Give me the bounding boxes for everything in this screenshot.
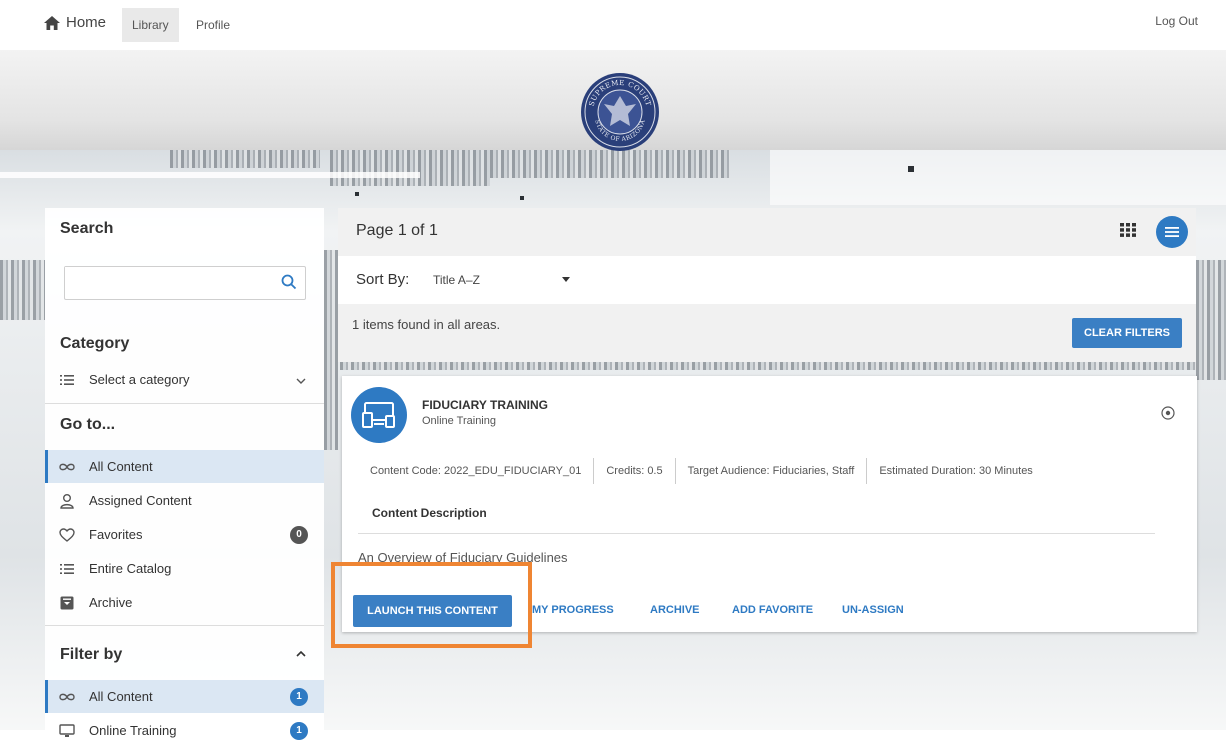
search-icon[interactable] xyxy=(281,274,297,290)
goto-item-label: Archive xyxy=(89,595,133,610)
archive-icon xyxy=(58,594,76,612)
home-icon xyxy=(44,15,60,30)
filter-count-badge: 1 xyxy=(290,721,308,740)
user-icon xyxy=(58,492,76,510)
nav-home-link[interactable]: Home xyxy=(44,14,106,31)
top-navigation: Home Library Profile Log Out xyxy=(0,0,1226,50)
highlight-annotation-box xyxy=(331,562,532,648)
list-view-icon[interactable] xyxy=(1156,216,1188,248)
logout-link[interactable]: Log Out xyxy=(1155,14,1198,28)
goto-heading: Go to... xyxy=(60,416,116,433)
grid-view-icon[interactable] xyxy=(1120,223,1136,242)
content-code: Content Code: 2022_EDU_FIDUCIARY_01 xyxy=(358,458,595,484)
sort-label: Sort By: xyxy=(356,271,410,288)
divider xyxy=(358,533,1155,534)
filter-item-all-content[interactable]: All Content 1 xyxy=(45,680,324,713)
chevron-up-icon[interactable] xyxy=(296,646,306,660)
filter-heading: Filter by xyxy=(60,646,123,663)
online-training-icon xyxy=(351,387,407,443)
sort-select[interactable]: Title A–Z xyxy=(433,273,480,287)
search-input[interactable] xyxy=(65,267,281,297)
goto-item-entire-catalog[interactable]: Entire Catalog xyxy=(45,552,324,585)
content-credits: Credits: 0.5 xyxy=(594,458,676,484)
pagination-header: Page 1 of 1 xyxy=(338,208,1196,256)
sidebar: Search Category Select a category Go to.… xyxy=(45,208,324,740)
goto-item-archive[interactable]: Archive xyxy=(45,586,324,619)
results-summary-row: 1 items found in all areas. CLEAR FILTER… xyxy=(338,304,1196,362)
filter-item-label: Online Training xyxy=(89,723,177,738)
caret-down-icon[interactable] xyxy=(562,277,570,282)
chevron-down-icon xyxy=(296,373,306,387)
monitor-icon xyxy=(58,722,76,740)
search-heading: Search xyxy=(60,220,114,237)
filter-item-label: All Content xyxy=(89,689,153,704)
content-title[interactable]: FIDUCIARY TRAINING xyxy=(422,398,548,412)
list-icon xyxy=(58,371,76,389)
content-type: Online Training xyxy=(422,415,496,427)
list-icon xyxy=(58,560,76,578)
goto-item-favorites[interactable]: Favorites 0 xyxy=(45,518,324,551)
sort-row: Sort By: Title A–Z xyxy=(338,256,1196,304)
un-assign-button[interactable]: UN-ASSIGN xyxy=(842,604,904,616)
archive-button[interactable]: ARCHIVE xyxy=(650,604,700,616)
nav-home-label: Home xyxy=(66,14,107,31)
content-meta-row: Content Code: 2022_EDU_FIDUCIARY_01 Cred… xyxy=(358,456,1045,486)
nav-tab-profile[interactable]: Profile xyxy=(186,8,240,42)
page-indicator: Page 1 of 1 xyxy=(356,222,438,239)
content-target-audience: Target Audience: Fiduciaries, Staff xyxy=(676,458,868,484)
category-select[interactable]: Select a category xyxy=(45,363,324,396)
content-description-heading: Content Description xyxy=(372,506,487,520)
clear-filters-button[interactable]: CLEAR FILTERS xyxy=(1072,318,1182,348)
heart-icon xyxy=(58,526,76,544)
goto-item-label: All Content xyxy=(89,459,153,474)
infinity-icon xyxy=(58,688,76,706)
filter-count-badge: 1 xyxy=(290,687,308,706)
search-field xyxy=(64,266,306,300)
filter-item-online-training[interactable]: Online Training 1 xyxy=(45,714,324,747)
content-duration: Estimated Duration: 30 Minutes xyxy=(879,465,1033,477)
supreme-court-seal-logo: SUPREME COURT STATE OF ARIZONA xyxy=(581,73,659,151)
my-progress-button[interactable]: MY PROGRESS xyxy=(532,604,614,616)
category-heading: Category xyxy=(60,335,130,352)
category-select-value: Select a category xyxy=(89,372,190,387)
favorites-count-badge: 0 xyxy=(290,525,308,544)
goto-item-label: Favorites xyxy=(89,527,143,542)
infinity-icon xyxy=(58,458,76,476)
radio-target-icon[interactable] xyxy=(1161,406,1175,425)
add-favorite-button[interactable]: ADD FAVORITE xyxy=(732,604,813,616)
goto-item-label: Assigned Content xyxy=(89,493,192,508)
goto-item-assigned-content[interactable]: Assigned Content xyxy=(45,484,324,517)
nav-tab-library[interactable]: Library xyxy=(122,8,179,42)
results-count-text: 1 items found in all areas. xyxy=(352,317,501,332)
goto-item-label: Entire Catalog xyxy=(89,561,172,576)
goto-item-all-content[interactable]: All Content xyxy=(45,450,324,483)
